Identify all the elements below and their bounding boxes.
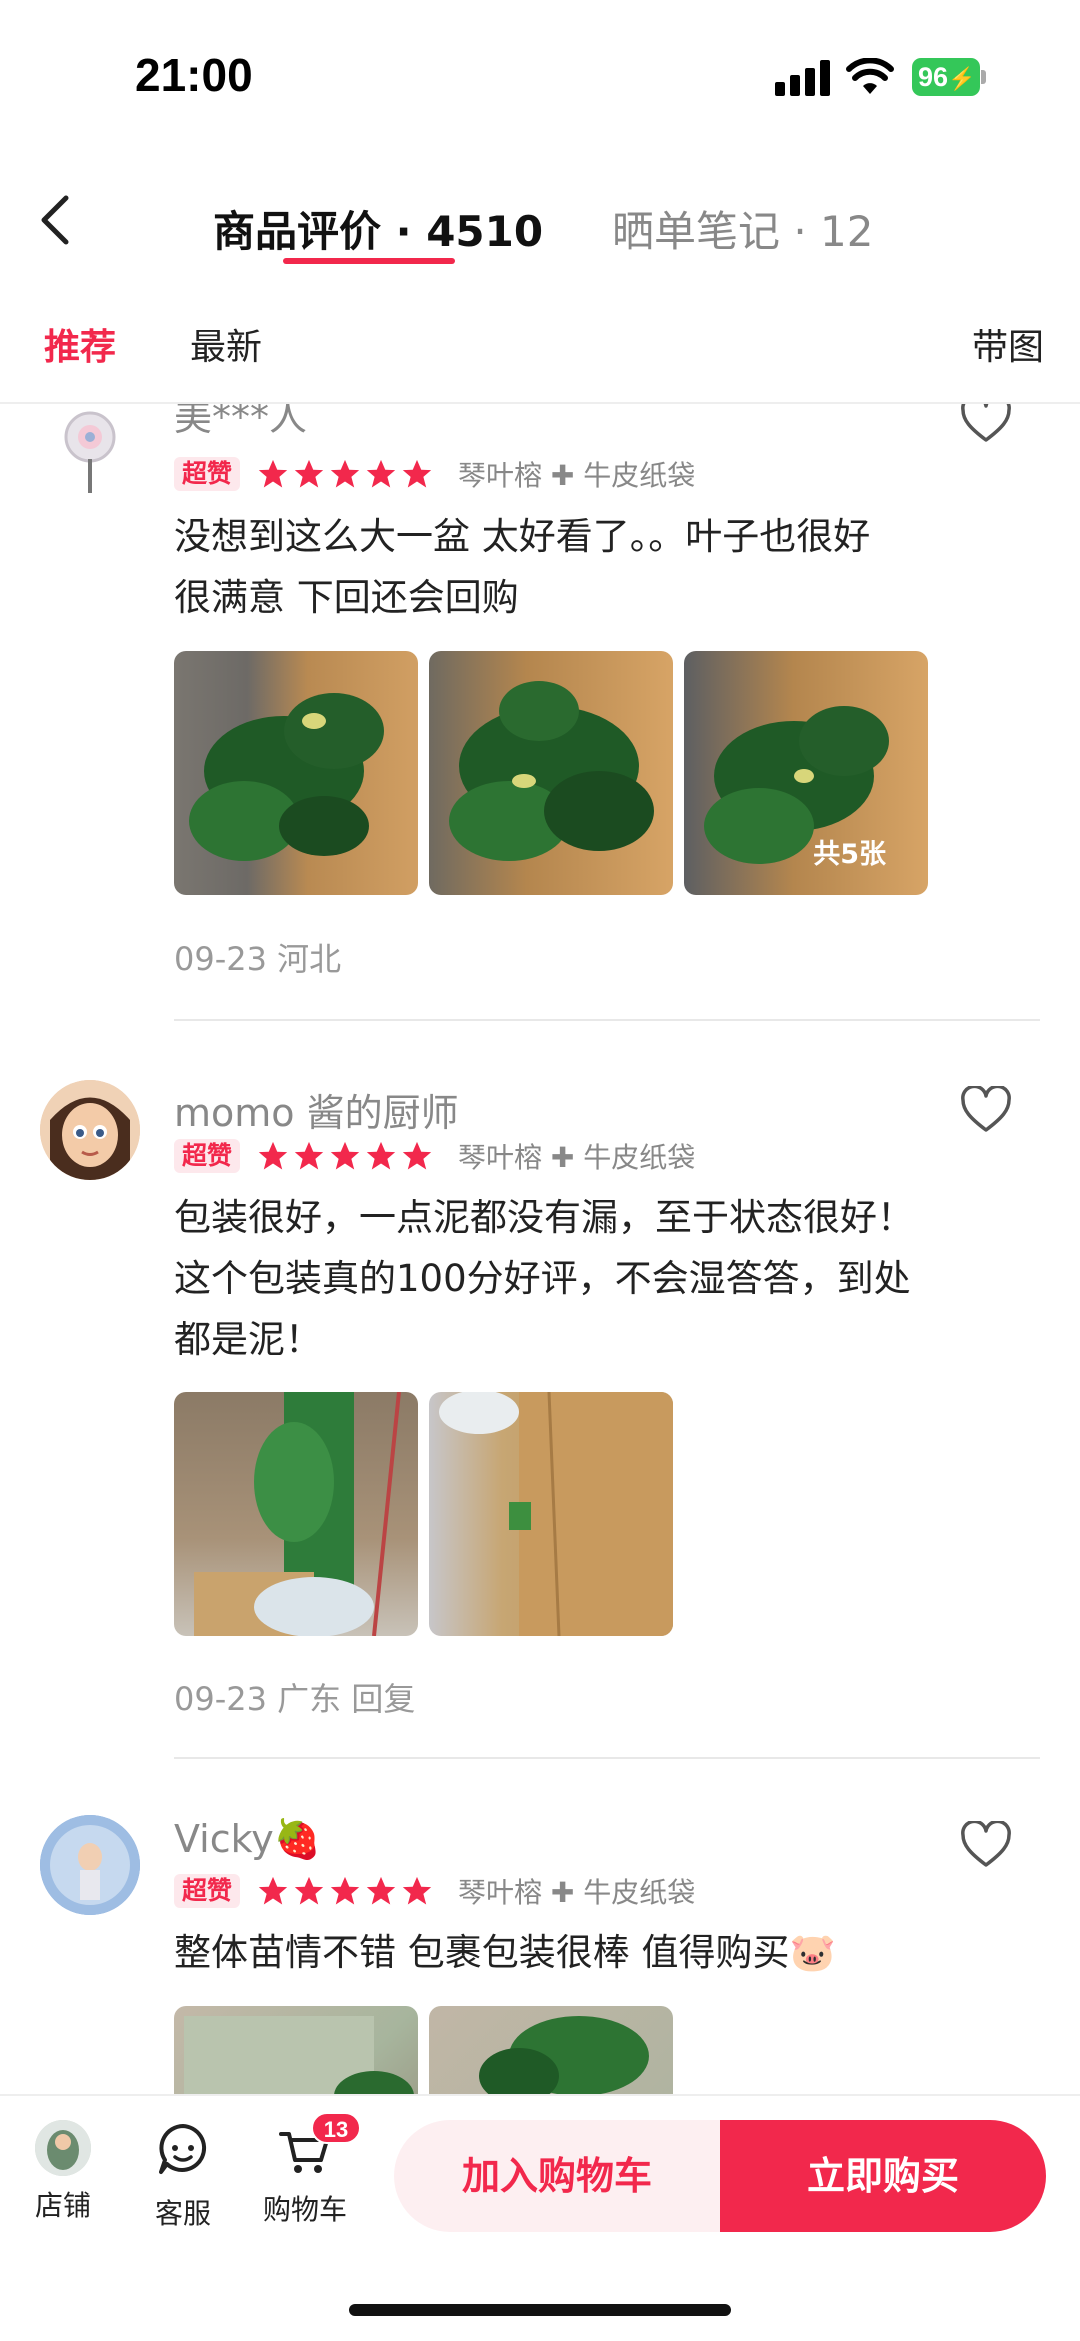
review-comment: 没想到这么大一盆 太好看了。。叶子也很好 很满意 下回还会回购 [174,515,871,619]
avatar[interactable] [40,1080,140,1180]
battery-level: 96 [918,62,949,92]
review-comment: 包装很好，一点泥都没有漏，至于状态很好！这个包装真的100分好评，不会湿答答，到… [174,1196,914,1361]
service-label: 客服 [154,2197,211,2230]
status-bar: 21:00 96⚡ [0,0,1080,150]
battery-icon: 96⚡ [912,58,986,96]
review-list: 美***人 超赞 琴叶榕 ✚ 牛皮纸袋 没想到这么大一盆 太好看了。。叶子也很好… [0,404,1080,2094]
star-icon [258,1141,288,1170]
star-icon [258,459,288,488]
signal-icon [775,60,833,96]
divider [174,1019,1040,1021]
star-icon [294,1141,324,1170]
review-photo[interactable] [174,2006,418,2094]
avatar[interactable] [40,1815,140,1915]
back-icon[interactable] [36,190,76,250]
divider [174,1757,1040,1759]
star-rating [256,457,436,491]
review-photo[interactable] [174,651,418,895]
review-photo[interactable] [174,1392,418,1636]
wifi-icon [846,58,894,94]
cart-button[interactable]: 13 购物车 [250,2112,361,2230]
filter-bar: 推荐 最新 带图 [0,300,1080,404]
photo-count: 共5张 [813,839,886,870]
buy-now-button[interactable]: 立即购买 [720,2120,1046,2232]
heart-icon[interactable] [960,1821,1012,1869]
heart-icon[interactable] [960,404,1012,444]
review-photos: 共5张 [174,651,939,895]
star-rating [256,1139,436,1173]
cart-icon-wrap: 13 [275,2112,361,2180]
review-photo[interactable] [429,1392,673,1636]
star-icon [366,1141,396,1170]
filter-latest[interactable]: 最新 [190,318,262,370]
review-username: momo 酱的厨师 [174,1091,459,1135]
rating-row: 超赞 琴叶榕 ✚ 牛皮纸袋 [174,456,695,492]
star-icon [330,1141,360,1170]
review-username: 美***人 [174,404,308,439]
filter-recommended[interactable]: 推荐 [44,318,116,370]
review-photo[interactable]: 共5张 [684,651,928,895]
add-to-cart-button[interactable]: 加入购物车 [394,2120,720,2232]
store-button[interactable]: 店铺 [8,2120,118,2230]
star-icon [330,459,360,488]
review-photo[interactable] [429,2006,673,2094]
filter-with-images[interactable]: 带图 [972,318,1044,370]
star-icon [330,1876,360,1905]
chat-icon [159,2124,207,2174]
cart-label: 购物车 [262,2193,347,2226]
super-badge: 超赞 [174,1874,241,1908]
store-avatar [35,2120,91,2176]
star-icon [294,459,324,488]
star-icon [294,1876,324,1905]
review-meta: 09-23 广东 回复 [174,1680,416,1718]
star-icon [402,459,432,488]
home-indicator[interactable] [349,2304,731,2316]
rating-row: 超赞 琴叶榕 ✚ 牛皮纸袋 [174,1138,695,1174]
tab-reviews[interactable]: 商品评价 · 4510 [213,198,543,259]
star-icon [402,1876,432,1905]
review-photos [174,1392,684,1636]
tab-active-indicator [283,258,455,264]
product-variant: 琴叶榕 ✚ 牛皮纸袋 [458,459,696,492]
avatar[interactable] [40,404,140,499]
tab-notes[interactable]: 晒单笔记 · 12 [612,198,874,259]
review-username: Vicky🍓 [174,1817,322,1861]
star-icon [402,1141,432,1170]
page-header: 商品评价 · 4510 晒单笔记 · 12 [0,160,1080,270]
store-label: 店铺 [34,2189,91,2222]
star-rating [256,1874,436,1908]
review-item: 美***人 超赞 琴叶榕 ✚ 牛皮纸袋 没想到这么大一盆 太好看了。。叶子也很好… [0,404,1080,1034]
review-comment: 整体苗情不错 包裹包装很棒 值得购买🐷 [174,1931,836,1974]
product-variant: 琴叶榕 ✚ 牛皮纸袋 [458,1876,696,1909]
rating-row: 超赞 琴叶榕 ✚ 牛皮纸袋 [174,1873,695,1909]
star-icon [258,1876,288,1905]
super-badge: 超赞 [174,457,241,491]
product-variant: 琴叶榕 ✚ 牛皮纸袋 [458,1141,696,1174]
review-photos [174,2006,684,2094]
star-icon [366,1876,396,1905]
review-photo[interactable] [429,651,673,895]
status-time: 21:00 [135,49,253,101]
review-item: Vicky🍓 超赞 琴叶榕 ✚ 牛皮纸袋 整体苗情不错 包裹包装很棒 值得购买🐷 [0,1769,1080,2094]
service-button[interactable]: 客服 [128,2120,238,2230]
super-badge: 超赞 [174,1139,241,1173]
star-icon [366,459,396,488]
review-item: momo 酱的厨师 超赞 琴叶榕 ✚ 牛皮纸袋 包装很好，一点泥都没有漏，至于状… [0,1034,1080,1774]
cart-count-badge: 13 [311,2112,361,2144]
review-meta: 09-23 河北 [174,940,342,978]
heart-icon[interactable] [960,1086,1012,1134]
